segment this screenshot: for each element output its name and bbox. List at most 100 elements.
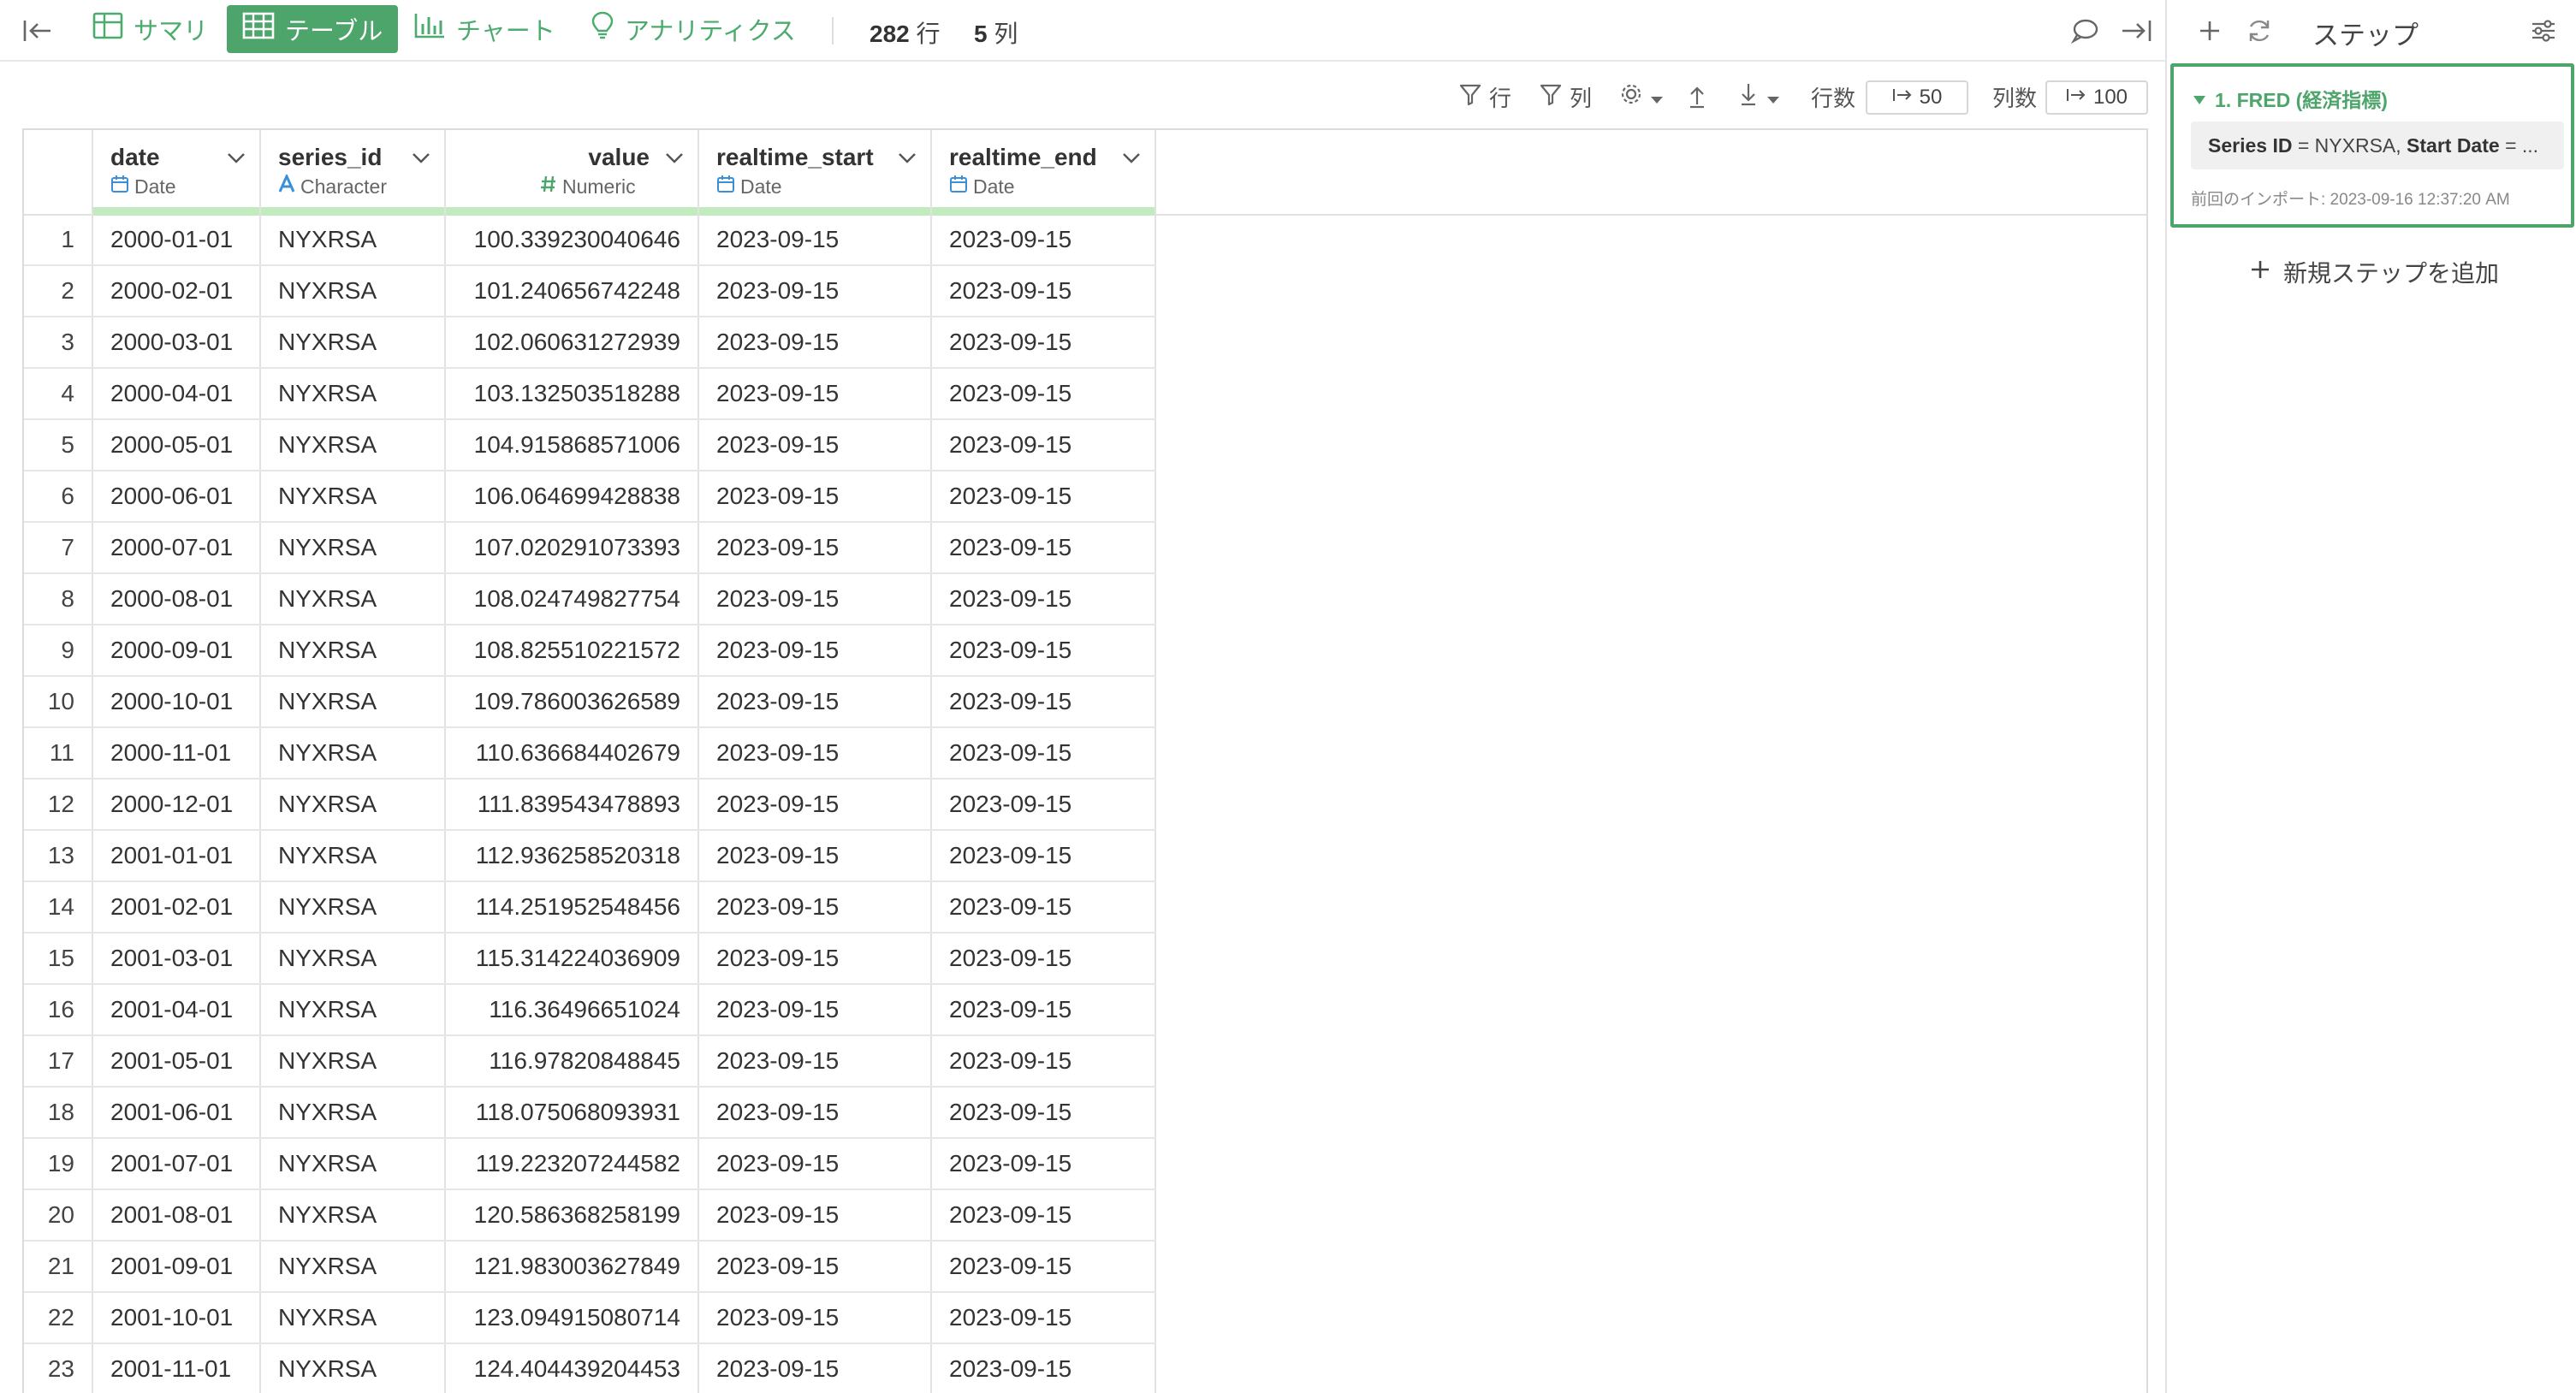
- realtime-start-cell[interactable]: 2023-09-15: [698, 368, 932, 420]
- date-cell[interactable]: 2001-01-01: [92, 830, 261, 882]
- date-cell[interactable]: 2000-05-01: [92, 419, 261, 471]
- realtime-start-cell[interactable]: 2023-09-15: [698, 1343, 932, 1393]
- date-cell[interactable]: 2001-09-01: [92, 1241, 261, 1293]
- realtime-start-cell[interactable]: 2023-09-15: [698, 933, 932, 985]
- value-cell[interactable]: 112.936258520318: [445, 830, 699, 882]
- realtime-end-cell[interactable]: 2023-09-15: [931, 1241, 1156, 1293]
- realtime-end-cell[interactable]: 2023-09-15: [931, 1035, 1156, 1088]
- columns-limit-input[interactable]: 100: [2045, 80, 2148, 115]
- value-cell[interactable]: 102.060631272939: [445, 317, 699, 369]
- realtime-start-cell[interactable]: 2023-09-15: [698, 214, 932, 266]
- series-id-cell[interactable]: NYXRSA: [260, 471, 446, 523]
- realtime-end-cell[interactable]: 2023-09-15: [931, 214, 1156, 266]
- realtime-start-cell[interactable]: 2023-09-15: [698, 676, 932, 728]
- series-id-cell[interactable]: NYXRSA: [260, 573, 446, 625]
- realtime-end-cell[interactable]: 2023-09-15: [931, 676, 1156, 728]
- value-cell[interactable]: 108.024749827754: [445, 573, 699, 625]
- date-cell[interactable]: 2001-04-01: [92, 984, 261, 1036]
- series-id-cell[interactable]: NYXRSA: [260, 779, 446, 831]
- value-cell[interactable]: 114.251952548456: [445, 881, 699, 934]
- comment-icon[interactable]: [2068, 14, 2102, 48]
- realtime-start-cell[interactable]: 2023-09-15: [698, 984, 932, 1036]
- realtime-end-cell[interactable]: 2023-09-15: [931, 933, 1156, 985]
- realtime-start-cell[interactable]: 2023-09-15: [698, 573, 932, 625]
- realtime-start-cell[interactable]: 2023-09-15: [698, 1035, 932, 1088]
- column-filter-button[interactable]: 列: [1539, 80, 1592, 113]
- realtime-end-cell[interactable]: 2023-09-15: [931, 265, 1156, 317]
- value-cell[interactable]: 118.075068093931: [445, 1087, 699, 1139]
- column-header-series-id[interactable]: series_id Character: [260, 130, 446, 216]
- realtime-end-cell[interactable]: 2023-09-15: [931, 881, 1156, 934]
- value-cell[interactable]: 106.064699428838: [445, 471, 699, 523]
- date-cell[interactable]: 2000-06-01: [92, 471, 261, 523]
- step-title[interactable]: 1. FRED (経済指標): [2193, 84, 2388, 113]
- realtime-end-cell[interactable]: 2023-09-15: [931, 573, 1156, 625]
- realtime-start-cell[interactable]: 2023-09-15: [698, 317, 932, 369]
- column-header-realtime-start[interactable]: realtime_start Date: [698, 130, 932, 216]
- rows-limit-input[interactable]: 50: [1866, 80, 1968, 115]
- realtime-start-cell[interactable]: 2023-09-15: [698, 727, 932, 779]
- date-cell[interactable]: 2001-08-01: [92, 1189, 261, 1242]
- date-cell[interactable]: 2000-09-01: [92, 625, 261, 677]
- value-cell[interactable]: 109.786003626589: [445, 676, 699, 728]
- value-cell[interactable]: 108.825510221572: [445, 625, 699, 677]
- realtime-start-cell[interactable]: 2023-09-15: [698, 522, 932, 574]
- realtime-start-cell[interactable]: 2023-09-15: [698, 419, 932, 471]
- chevron-down-icon[interactable]: [1122, 152, 1141, 164]
- date-cell[interactable]: 2001-11-01: [92, 1343, 261, 1393]
- value-cell[interactable]: 107.020291073393: [445, 522, 699, 574]
- value-cell[interactable]: 104.915868571006: [445, 419, 699, 471]
- realtime-start-cell[interactable]: 2023-09-15: [698, 471, 932, 523]
- series-id-cell[interactable]: NYXRSA: [260, 1138, 446, 1190]
- step-card[interactable]: 1. FRED (経済指標) Series ID = NYXRSA, Start…: [2170, 63, 2574, 228]
- table-settings-button[interactable]: [1619, 80, 1664, 113]
- value-cell[interactable]: 100.339230040646: [445, 214, 699, 266]
- realtime-end-cell[interactable]: 2023-09-15: [931, 317, 1156, 369]
- series-id-cell[interactable]: NYXRSA: [260, 1035, 446, 1088]
- realtime-start-cell[interactable]: 2023-09-15: [698, 265, 932, 317]
- realtime-end-cell[interactable]: 2023-09-15: [931, 522, 1156, 574]
- column-header-date[interactable]: date Date: [92, 130, 261, 216]
- chevron-down-icon[interactable]: [898, 152, 917, 164]
- realtime-start-cell[interactable]: 2023-09-15: [698, 779, 932, 831]
- series-id-cell[interactable]: NYXRSA: [260, 214, 446, 266]
- add-step-button[interactable]: 新規ステップを追加: [2249, 255, 2499, 289]
- realtime-end-cell[interactable]: 2023-09-15: [931, 625, 1156, 677]
- refresh-icon[interactable]: [2242, 14, 2276, 48]
- realtime-end-cell[interactable]: 2023-09-15: [931, 779, 1156, 831]
- step-parameters[interactable]: Series ID = NYXRSA, Start Date = ...: [2191, 122, 2564, 169]
- date-cell[interactable]: 2001-05-01: [92, 1035, 261, 1088]
- value-cell[interactable]: 116.97820848845: [445, 1035, 699, 1088]
- realtime-end-cell[interactable]: 2023-09-15: [931, 471, 1156, 523]
- realtime-start-cell[interactable]: 2023-09-15: [698, 625, 932, 677]
- date-cell[interactable]: 2001-02-01: [92, 881, 261, 934]
- realtime-start-cell[interactable]: 2023-09-15: [698, 1292, 932, 1344]
- series-id-cell[interactable]: NYXRSA: [260, 830, 446, 882]
- value-cell[interactable]: 115.314224036909: [445, 933, 699, 985]
- date-cell[interactable]: 2001-06-01: [92, 1087, 261, 1139]
- date-cell[interactable]: 2001-10-01: [92, 1292, 261, 1344]
- date-cell[interactable]: 2001-07-01: [92, 1138, 261, 1190]
- date-cell[interactable]: 2000-07-01: [92, 522, 261, 574]
- tab-chart[interactable]: チャート: [398, 5, 571, 53]
- realtime-end-cell[interactable]: 2023-09-15: [931, 1087, 1156, 1139]
- column-header-value[interactable]: value Numeric: [445, 130, 699, 216]
- series-id-cell[interactable]: NYXRSA: [260, 984, 446, 1036]
- series-id-cell[interactable]: NYXRSA: [260, 676, 446, 728]
- value-cell[interactable]: 101.240656742248: [445, 265, 699, 317]
- realtime-start-cell[interactable]: 2023-09-15: [698, 1241, 932, 1293]
- tab-summary[interactable]: サマリ: [77, 5, 223, 53]
- value-cell[interactable]: 111.839543478893: [445, 779, 699, 831]
- value-cell[interactable]: 123.094915080714: [445, 1292, 699, 1344]
- realtime-end-cell[interactable]: 2023-09-15: [931, 419, 1156, 471]
- date-cell[interactable]: 2001-03-01: [92, 933, 261, 985]
- realtime-end-cell[interactable]: 2023-09-15: [931, 727, 1156, 779]
- realtime-start-cell[interactable]: 2023-09-15: [698, 1189, 932, 1242]
- series-id-cell[interactable]: NYXRSA: [260, 881, 446, 934]
- series-id-cell[interactable]: NYXRSA: [260, 265, 446, 317]
- realtime-start-cell[interactable]: 2023-09-15: [698, 830, 932, 882]
- series-id-cell[interactable]: NYXRSA: [260, 317, 446, 369]
- series-id-cell[interactable]: NYXRSA: [260, 522, 446, 574]
- date-cell[interactable]: 2000-08-01: [92, 573, 261, 625]
- realtime-end-cell[interactable]: 2023-09-15: [931, 368, 1156, 420]
